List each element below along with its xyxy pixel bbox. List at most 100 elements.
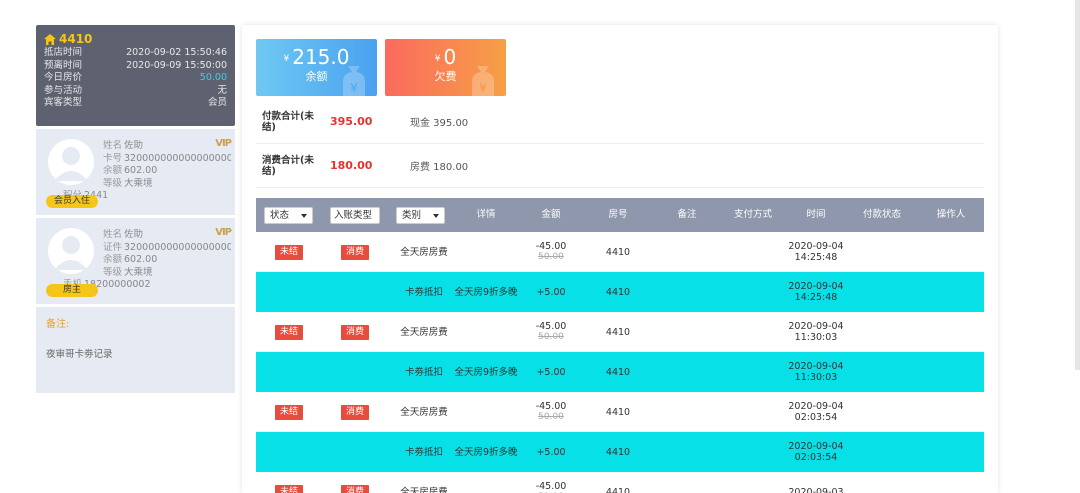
entry-type-filter[interactable]: 入账类型 (330, 207, 380, 224)
cell-amount: +5.00 (526, 352, 576, 392)
status-tag: 未结 (274, 244, 303, 260)
payment-total-detail: 现金 395.00 (410, 118, 469, 129)
guest-card-member[interactable]: VIP 姓名 佐助 卡号 3200000000000000002 余额 602.00 等级大… (36, 129, 235, 215)
home-icon (44, 33, 56, 45)
money-bag-icon: ¥ (472, 66, 494, 96)
cell-category: 消费 (340, 232, 370, 272)
cell-time: 2020-09-04 14:25:48 (786, 232, 846, 272)
guest-info-row: 余额 602.00 (103, 254, 231, 267)
remark-title: 备注: (46, 319, 70, 330)
guest-info-label: 等级 (103, 177, 123, 189)
cell-item: 卡劵抵扣 (394, 432, 454, 472)
guest-info-row: 卡号 3200000000000000002 (103, 153, 231, 166)
status-tag: 未结 (274, 484, 303, 493)
ledger-table: 状态 入账类型 类别 详情 金额 房号 备注 支付方式 时间 付款状态 操作人 … (256, 198, 984, 493)
cell-status: 未结 (274, 392, 304, 432)
cell-room: 4410 (593, 432, 643, 472)
room-info-label: 预离时间 (44, 59, 83, 71)
room-value: 4410 (605, 486, 631, 493)
table-row[interactable]: 卡劵抵扣 全天房9折多晚 +5.00 4410 2020-09-04 11:30:03 (256, 352, 984, 392)
cell-item: 全天房房费 (394, 472, 454, 493)
cell-item: 全天房房费 (394, 312, 454, 352)
money-bag-icon: ¥ (343, 66, 365, 96)
detail-text: 全天房9折多晚 (454, 286, 518, 298)
time-value: 11:30:03 (794, 372, 838, 383)
col-detail: 详情 (476, 209, 496, 220)
payment-total-row: 付款合计(未结) 395.00 现金 395.00 (256, 100, 984, 144)
col-room: 房号 (608, 209, 628, 220)
time-value: 11:30:03 (794, 332, 838, 343)
col-operator: 操作人 (936, 209, 966, 220)
table-row[interactable]: 卡劵抵扣 全天房9折多晚 +5.00 4410 2020-09-04 14:25:48 (256, 272, 984, 312)
cell-item: 卡劵抵扣 (394, 272, 454, 312)
table-row[interactable]: 未结 消费 全天房房费 -45.0050.00 4410 2020-09-03 (256, 472, 984, 493)
col-remark: 备注 (677, 209, 697, 220)
cell-room: 4410 (593, 352, 643, 392)
room-info-row: 今日房价 50.00 (44, 72, 227, 85)
guest-info-label: 姓名 (103, 229, 123, 240)
cell-room: 4410 (593, 232, 643, 272)
table-header: 状态 入账类型 类别 详情 金额 房号 备注 支付方式 时间 付款状态 操作人 (256, 198, 984, 232)
item-text: 卡劵抵扣 (404, 446, 443, 458)
guest-info-value: 佐助 (124, 140, 144, 151)
amount-value: -45.00 (535, 241, 567, 252)
room-info-row: 抵店时间 2020-09-02 15:50:46 (44, 47, 227, 60)
col-amount: 金额 (541, 209, 561, 220)
status-tag: 未结 (274, 404, 303, 420)
time-value: 14:25:48 (794, 292, 838, 303)
cell-amount: +5.00 (526, 432, 576, 472)
cell-category: 消费 (340, 312, 370, 352)
guest-info-value: 佐助 (124, 229, 144, 240)
item-text: 全天房房费 (400, 486, 448, 493)
guest-info-value: 大乘境 (124, 266, 153, 278)
room-info-card: 4410 抵店时间 2020-09-02 15:50:46 预离时间 2020-09-… (36, 25, 235, 126)
cell-status: 未结 (274, 312, 304, 352)
guest-info-label: 证件 (103, 241, 123, 253)
cell-amount: +5.00 (526, 272, 576, 312)
room-number: 4410 (59, 32, 93, 46)
category-filter-dropdown[interactable]: 类别 (396, 207, 445, 224)
payment-total-amount: 395.00 (330, 115, 373, 128)
date-value: 2020-09-04 (788, 401, 844, 412)
amount-value: +5.00 (536, 286, 566, 298)
guest-info-row: 证件 3200000000000000002 (103, 242, 231, 255)
table-row[interactable]: 卡劵抵扣 全天房9折多晚 +5.00 4410 2020-09-04 02:03:54 (256, 432, 984, 472)
table-row[interactable]: 未结 消费 全天房房费 -45.00 50.00 4410 2020-09-04 11:30:… (256, 312, 984, 352)
status-tag: 未结 (274, 324, 303, 340)
cell-time: 2020-09-04 02:03:54 (786, 432, 846, 472)
room-value: 4410 (605, 366, 631, 378)
cell-item: 全天房房费 (394, 392, 454, 432)
svg-text:¥: ¥ (350, 81, 358, 95)
room-value: 4410 (605, 246, 631, 258)
item-text: 卡劵抵扣 (404, 286, 443, 298)
item-text: 全天房房费 (400, 326, 448, 338)
date-value: 2020-09-04 (788, 441, 844, 452)
date-value: 2020-09-04 (788, 321, 844, 332)
amount-value: +5.00 (536, 366, 566, 378)
status-filter-dropdown[interactable]: 状态 (264, 207, 313, 224)
guest-info-label: 余额 (103, 254, 123, 265)
guest-info-label: 卡号 (103, 152, 123, 164)
col-payment-method: 支付方式 (733, 209, 772, 220)
cell-amount: -45.0050.00 (526, 392, 576, 432)
cell-time: 2020-09-04 11:30:03 (786, 352, 846, 392)
room-info-label: 参与活动 (44, 84, 83, 96)
original-amount: 50.00 (538, 332, 564, 342)
table-row[interactable]: 未结 消费 全天房房费 -45.00 50.00 4410 2020-09-04 14:25:… (256, 232, 984, 272)
time-value: 02:03:54 (794, 412, 838, 423)
page-scrollbar[interactable] (1075, 0, 1080, 370)
room-info-value: 2020-09-09 15:50:00 (126, 59, 227, 71)
guest-info-row: 等级 大乘境 (103, 267, 231, 280)
guest-info-row: 姓名 佐助 (103, 140, 231, 153)
cell-category: 消费 (340, 392, 370, 432)
currency-symbol: ¥ (434, 53, 441, 64)
item-text: 卡劵抵扣 (404, 366, 443, 378)
date-value: 2020-09-04 (788, 281, 844, 292)
amount-value: +5.00 (536, 446, 566, 458)
cell-time: 2020-09-04 02:03:54 (786, 392, 846, 432)
table-row[interactable]: 未结 消费 全天房房费 -45.00 50.00 4410 2020-09-04 02:03:… (256, 392, 984, 432)
time-value: 02:03:54 (794, 452, 838, 463)
guest-info-value: 大乘境 (124, 177, 153, 189)
guest-card-owner[interactable]: VIP 姓名 佐助 证件 3200000000000000002 余额 602.00 等级大… (36, 218, 235, 304)
room-info-value: 50.00 (199, 72, 227, 83)
